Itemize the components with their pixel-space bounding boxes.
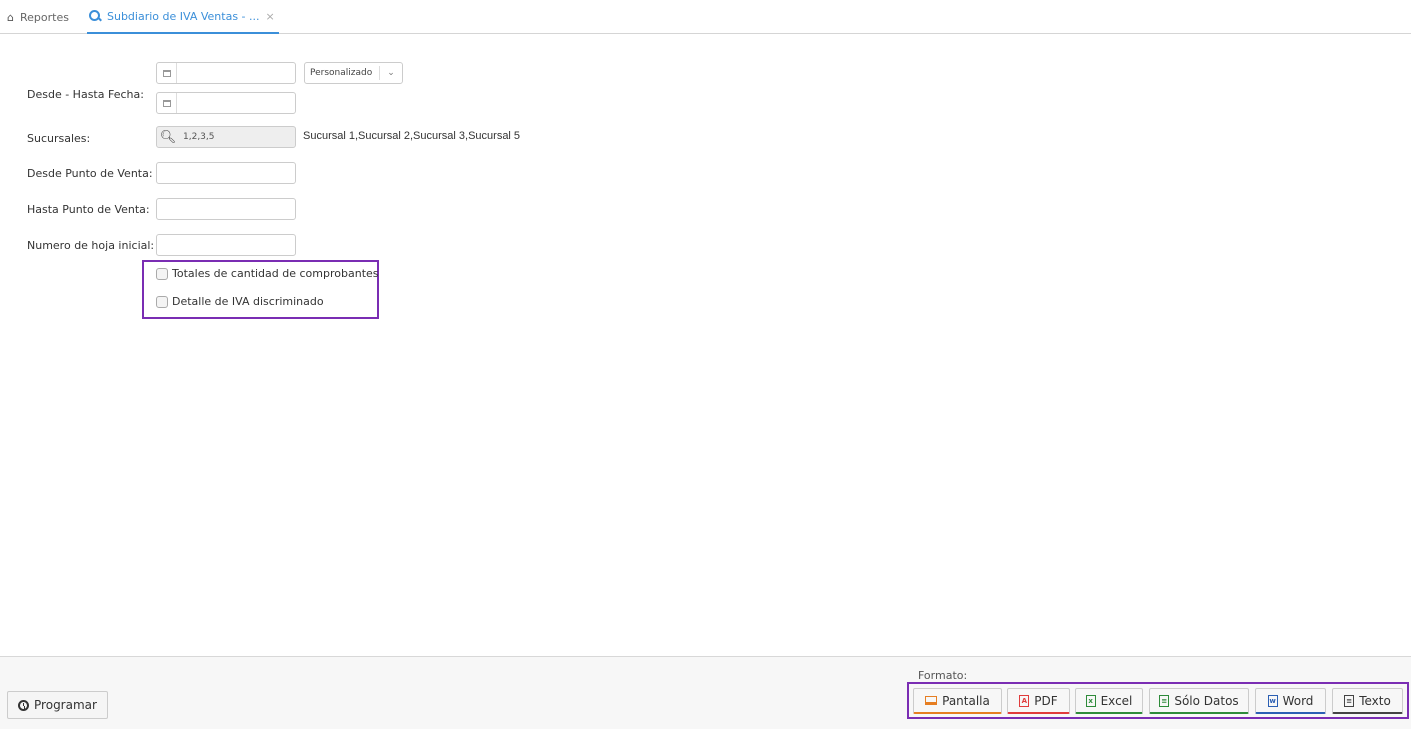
periodo-select-value: Personalizado [310,68,373,78]
programar-label: Programar [34,698,97,712]
chk-detalle-label: Detalle de IVA discriminado [172,295,324,308]
hasta-pv-field[interactable] [156,198,296,220]
calendar-icon[interactable] [157,63,177,83]
sucursales-lookup-field[interactable]: 🔍︎ 1,2,3,5 [156,126,296,148]
datos-icon: ≡ [1159,694,1170,707]
tab-reportes-label: Reportes [19,10,69,24]
fecha-hasta-field[interactable] [156,92,296,114]
text-icon: ≡ [1344,694,1355,707]
solo-datos-button[interactable]: ≡ Sólo Datos [1149,688,1249,714]
desde-pv-field[interactable] [156,162,296,184]
tab-subdiario-iva[interactable]: Subdiario de IVA Ventas - ... × [87,0,279,34]
pdf-button[interactable]: A PDF [1007,688,1070,714]
word-icon: w [1267,694,1278,707]
word-button[interactable]: w Word [1255,688,1326,714]
periodo-select[interactable]: Personalizado ⌄ [304,62,403,84]
chk-detalle-row[interactable]: Detalle de IVA discriminado [156,295,324,308]
excel-button[interactable]: x Excel [1075,688,1143,714]
tab-subdiario-label: Subdiario de IVA Ventas - ... [107,9,260,23]
chk-totales-row[interactable]: Totales de cantidad de comprobantes [156,267,379,280]
programar-button[interactable]: Programar [7,691,108,719]
fecha-desde-field[interactable] [156,62,296,84]
laptop-icon [925,696,938,705]
excel-icon: x [1085,694,1096,707]
tab-reportes[interactable]: ⌂ Reportes [7,0,69,34]
chevron-down-icon: ⌄ [387,68,395,78]
chk-detalle-checkbox[interactable] [156,295,168,308]
chk-totales-checkbox[interactable] [156,267,168,280]
hoja-inicial-field[interactable] [156,234,296,256]
pantalla-button[interactable]: Pantalla [913,688,1002,714]
search-icon [89,10,101,22]
hoja-label: Numero de hoja inicial: [27,239,155,252]
tab-bar: ⌂ Reportes Subdiario de IVA Ventas - ...… [0,0,1411,34]
hasta-pv-label: Hasta Punto de Venta: [27,203,150,216]
calendar-icon[interactable] [157,93,177,113]
sucursales-label: Sucursales: [27,132,91,145]
clock-icon [18,699,30,711]
desde-pv-label: Desde Punto de Venta: [27,167,153,180]
lookup-magnifier-icon[interactable]: 🔍︎ [157,130,179,145]
texto-button[interactable]: ≡ Texto [1332,688,1403,714]
formato-label: Formato: [918,669,968,682]
sucursales-value: 1,2,3,5 [183,132,215,142]
fecha-label: Desde - Hasta Fecha: [27,88,144,101]
pdf-icon: A [1019,694,1030,707]
home-icon: ⌂ [7,10,14,24]
chk-totales-label: Totales de cantidad de comprobantes [172,267,379,280]
close-tab-icon[interactable]: × [266,10,275,23]
sucursales-description: Sucursal 1,Sucursal 2,Sucursal 3,Sucursa… [303,130,521,142]
